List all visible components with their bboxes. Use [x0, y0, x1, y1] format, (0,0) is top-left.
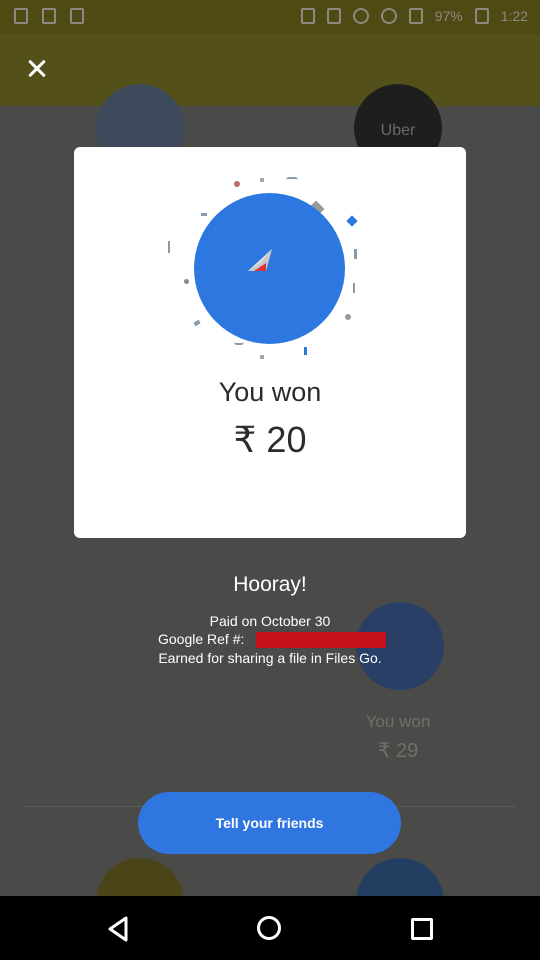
home-icon[interactable]	[257, 916, 281, 940]
bg-card-label: You won	[365, 712, 431, 731]
image-icon	[42, 8, 56, 24]
download-icon	[70, 8, 84, 24]
status-right-icons: 97% 1:22	[300, 8, 528, 24]
confetti-dot	[260, 355, 264, 359]
battery-percent: 97%	[434, 8, 463, 24]
reference-redaction	[256, 632, 386, 648]
confetti-dot	[304, 347, 307, 355]
signal-icon	[408, 8, 423, 24]
reward-dialog: You won ₹ 20	[74, 147, 466, 538]
confetti-dot	[234, 181, 240, 187]
earned-description: Earned for sharing a file in Files Go.	[158, 650, 382, 666]
app-bar	[0, 34, 540, 106]
tell-your-friends-label: Tell your friends	[215, 815, 324, 831]
prize-circle	[194, 193, 345, 344]
reference-label: Google Ref #:	[158, 631, 245, 647]
uber-logo-text: Uber	[380, 122, 416, 139]
confetti-squiggle	[286, 177, 298, 183]
confetti-squiggle	[168, 241, 174, 253]
tell-your-friends-button[interactable]: Tell your friends	[138, 792, 401, 854]
back-icon[interactable]	[107, 916, 129, 942]
recent-apps-icon[interactable]	[411, 918, 433, 940]
close-icon[interactable]	[22, 54, 52, 84]
alarm-icon	[352, 8, 369, 24]
reward-amount: ₹ 20	[233, 419, 307, 460]
status-bar: 97% 1:22	[0, 0, 540, 34]
confetti-squiggle	[234, 339, 244, 345]
confetti-dot	[184, 279, 189, 284]
status-left-icons	[14, 8, 84, 24]
wifi-icon	[380, 8, 397, 24]
usb-icon	[14, 8, 28, 24]
vibrate-icon	[326, 8, 341, 24]
confetti-dot	[193, 319, 201, 327]
bluetooth-icon	[300, 8, 315, 24]
dialog-title: You won	[218, 377, 322, 407]
confetti-dot	[260, 178, 264, 182]
navigation-bar	[0, 896, 540, 960]
battery-icon	[474, 8, 489, 24]
confetti-dot	[345, 314, 351, 320]
paid-date: Paid on October 30	[209, 613, 331, 629]
clock: 1:22	[500, 8, 528, 24]
bg-card-amount: ₹ 29	[377, 740, 419, 762]
headline: Hooray!	[233, 573, 307, 596]
confetti-star	[346, 215, 358, 227]
confetti-dot	[201, 213, 207, 216]
paper-plane-icon	[248, 249, 272, 271]
confetti-squiggle	[350, 283, 355, 293]
confetti-squiggle	[354, 249, 357, 259]
